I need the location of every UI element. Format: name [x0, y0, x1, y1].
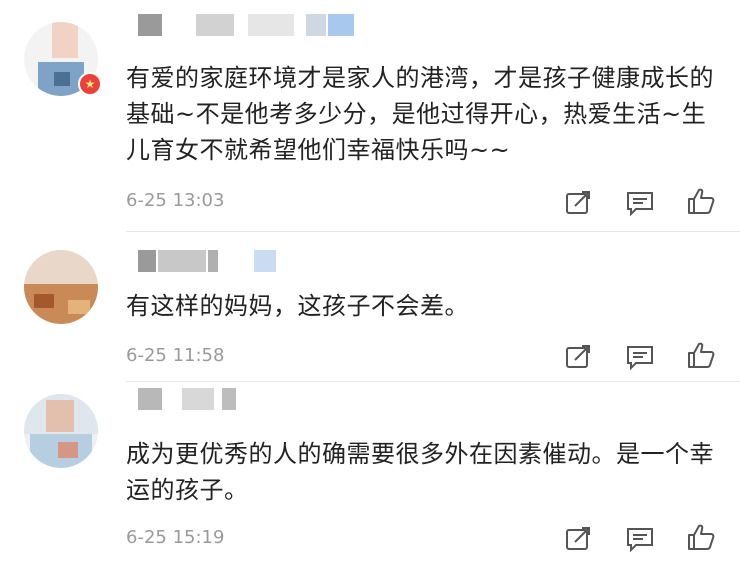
- divider: [126, 381, 740, 382]
- comment-time: 6-25 13:03: [126, 190, 225, 211]
- share-box-icon[interactable]: [563, 524, 593, 554]
- comment-time: 6-25 15:19: [126, 527, 225, 548]
- thumbs-up-icon[interactable]: [686, 340, 716, 370]
- avatar[interactable]: [24, 394, 98, 468]
- comment-icon[interactable]: [625, 188, 655, 218]
- share-box-icon[interactable]: [563, 342, 593, 372]
- verified-badge-icon: ★: [78, 72, 102, 96]
- divider: [126, 231, 740, 232]
- comment-text: 有这样的妈妈，这孩子不会差。: [126, 292, 469, 320]
- comment-text: 有爱的家庭环境才是家人的港湾，才是孩子健康成长的基础~不是他考多少分，是他过得开…: [126, 64, 714, 164]
- comment-icon[interactable]: [625, 524, 655, 554]
- share-box-icon[interactable]: [563, 188, 593, 218]
- comment-icon[interactable]: [625, 342, 655, 372]
- comment-time: 6-25 11:58: [126, 345, 225, 366]
- thumbs-up-icon[interactable]: [686, 186, 716, 216]
- thumbs-up-icon[interactable]: [686, 522, 716, 552]
- avatar[interactable]: [24, 250, 98, 324]
- comment-text: 成为更优秀的人的确需要很多外在因素催动。是一个幸运的孩子。: [126, 440, 714, 504]
